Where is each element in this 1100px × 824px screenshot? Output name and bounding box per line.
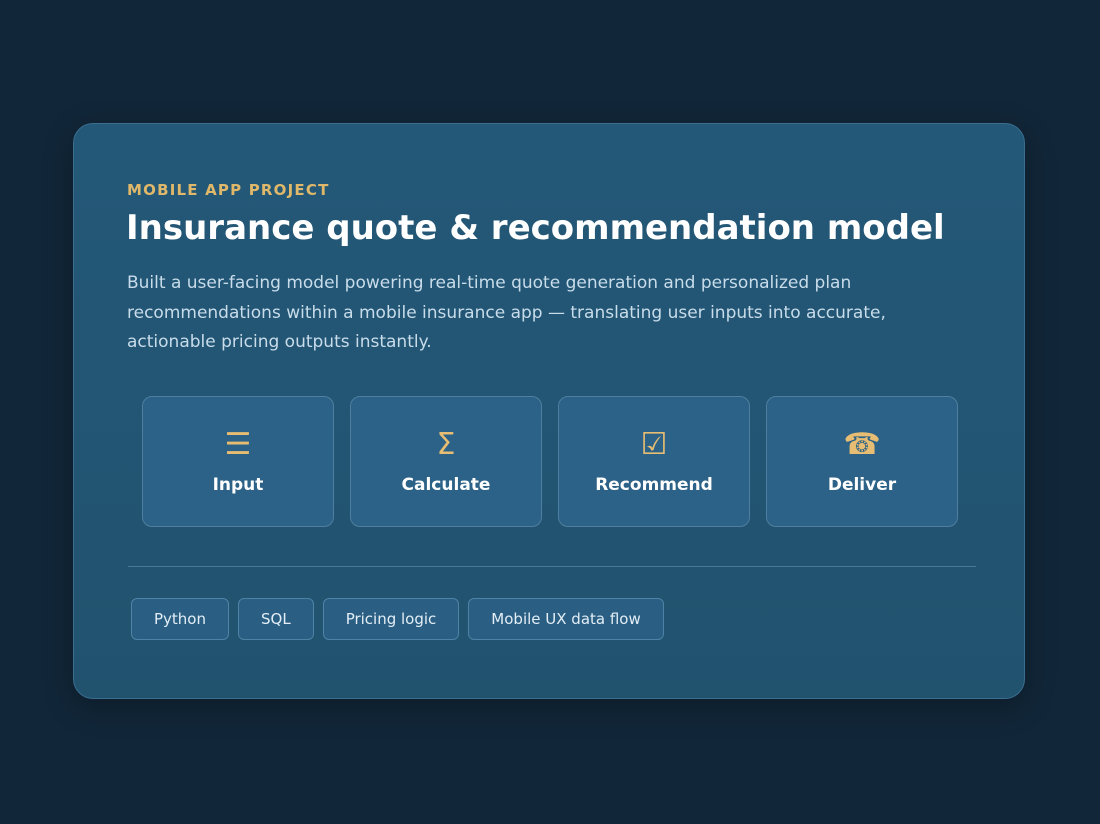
sigma-icon: Σ [436,427,456,462]
step-recommend[interactable]: ☑ Recommend [558,396,750,527]
project-card: MOBILE APP PROJECT Insurance quote & rec… [73,123,1025,699]
list-icon: ☰ [224,427,252,462]
tag-python[interactable]: Python [131,598,229,640]
tag-mobile-ux-data-flow[interactable]: Mobile UX data flow [468,598,664,640]
tech-tags: Python SQL Pricing logic Mobile UX data … [131,598,664,640]
step-label: Recommend [595,475,713,495]
step-label: Deliver [827,475,897,495]
step-deliver[interactable]: ☎ Deliver [766,396,958,527]
tag-sql[interactable]: SQL [238,598,314,640]
tag-pricing-logic[interactable]: Pricing logic [322,598,460,640]
step-calculate[interactable]: Σ Calculate [350,396,542,527]
project-description: Built a user-facing model powering real-… [127,273,886,352]
step-label: Input [212,475,264,495]
divider [128,566,976,567]
process-steps: ☰ Input Σ Calculate ☑ Recommend ☎ Delive… [142,396,958,527]
project-title: Insurance quote & recommendation model [126,208,945,248]
project-category: MOBILE APP PROJECT [127,181,330,199]
telephone-icon: ☎ [843,427,881,462]
step-label: Calculate [401,475,491,495]
checkbox-icon: ☑ [640,427,668,462]
step-input[interactable]: ☰ Input [142,396,334,527]
